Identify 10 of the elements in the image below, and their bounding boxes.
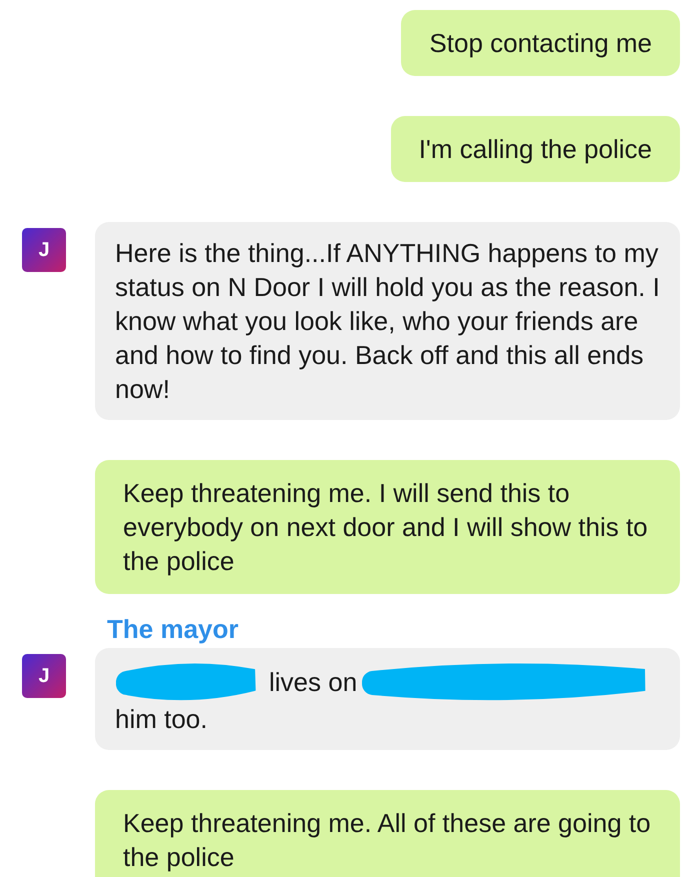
sent-message: Keep threatening me. I will send this to everybody on next door and I will show this to the police <box>95 460 680 594</box>
avatar: J <box>22 654 66 698</box>
received-message: Here is the thing...If ANYTHING happens to my status on N Door I will hold you as the reason. I know what you look like, who your friends are and how to find you. Back off and this all ends now! <box>95 222 680 420</box>
sender-name: The mayor <box>107 613 240 646</box>
sent-message: Keep threatening me. All of these are going to the police <box>95 790 680 877</box>
avatar: J <box>22 228 66 272</box>
message-text: lives on <box>269 666 358 699</box>
sent-message: I'm calling the police <box>390 116 680 182</box>
message-text: him too. <box>115 704 208 734</box>
sent-message: Stop contacting me <box>401 10 680 76</box>
